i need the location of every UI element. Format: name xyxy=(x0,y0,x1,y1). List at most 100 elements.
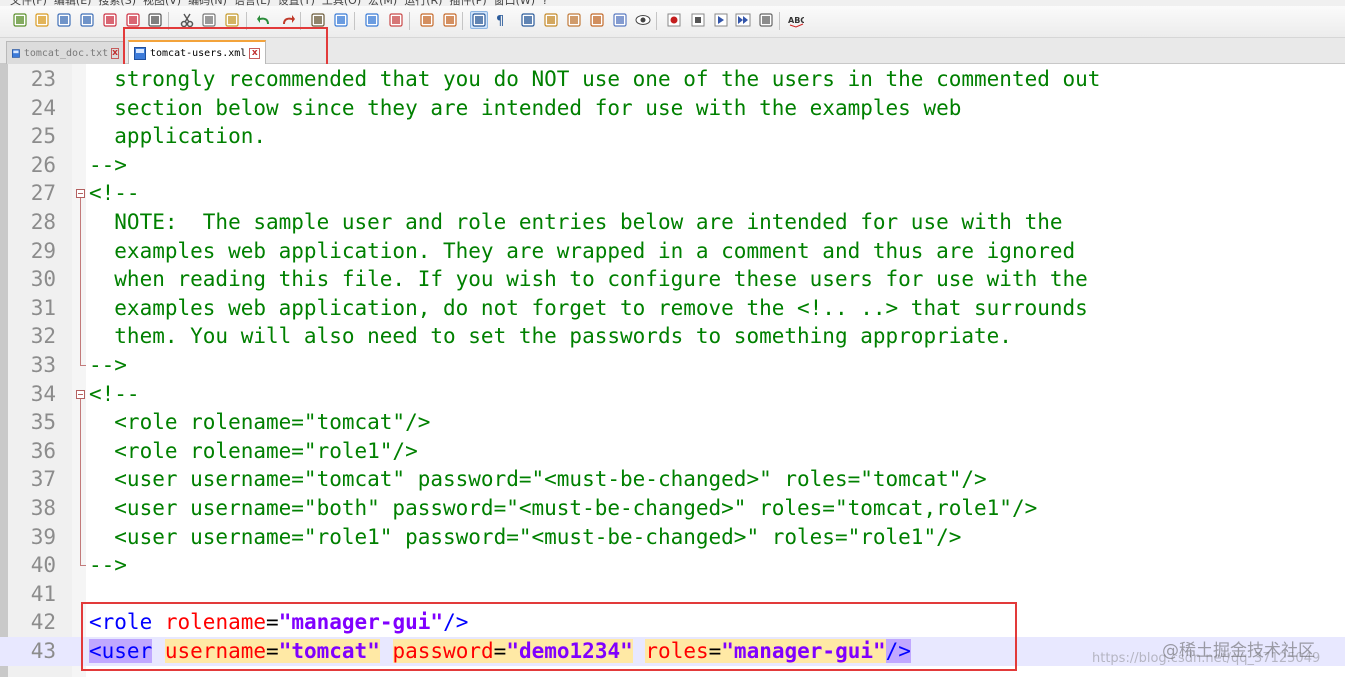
code-token: rolename xyxy=(164,610,267,635)
toolbar-separator xyxy=(300,12,301,30)
code-token: NOTE: The sample user and role entries b… xyxy=(89,210,1063,234)
code-line[interactable]: 27 <!-- xyxy=(0,179,1345,209)
code-line[interactable]: 31 examples web application, do not forg… xyxy=(0,293,1345,323)
code-line[interactable]: 24 section below since they are intended… xyxy=(0,94,1345,123)
code-text: strongly recommended that you do NOT use… xyxy=(89,65,1100,94)
tab-label: tomcat-users.xml xyxy=(150,47,247,59)
code-token: "manager-gui" xyxy=(278,610,444,635)
code-line[interactable]: 29 examples web application. They are wr… xyxy=(0,236,1345,266)
code-token: examples web application, do not forget … xyxy=(89,295,1088,320)
code-line[interactable]: 30 when reading this file. If you wish t… xyxy=(0,265,1345,294)
code-token: = xyxy=(266,610,279,635)
fold-line xyxy=(76,465,85,494)
code-line[interactable]: 34 <!-- xyxy=(0,380,1345,409)
code-token: examples web application. They are wrapp… xyxy=(89,238,1076,263)
line-number: 39 xyxy=(30,524,56,549)
code-token: --> xyxy=(89,353,127,377)
code-line[interactable]: 38 <user username="both" password="<must… xyxy=(0,494,1345,523)
line-number: 28 xyxy=(30,210,56,234)
code-line[interactable]: 40 --> xyxy=(0,551,1345,580)
line-number: 35 xyxy=(30,410,56,435)
toolbar-separator xyxy=(354,12,355,30)
close-icon[interactable] xyxy=(101,11,119,29)
user-lang-icon[interactable] xyxy=(542,11,560,29)
code-token: strongly recommended that you do NOT use… xyxy=(89,67,1101,91)
code-line[interactable]: 28 NOTE: The sample user and role entrie… xyxy=(0,208,1345,237)
save-icon[interactable] xyxy=(55,11,73,29)
save-all-icon[interactable] xyxy=(78,11,96,29)
toolbar-separator xyxy=(168,12,169,30)
monitor-icon[interactable] xyxy=(634,11,652,29)
code-text: <!-- xyxy=(89,380,140,409)
doc-map-icon[interactable] xyxy=(611,11,629,29)
zoom-out-icon[interactable] xyxy=(387,11,405,29)
code-text: examples web application. They are wrapp… xyxy=(89,237,1075,266)
code-line[interactable]: 37 <user username="tomcat" password="<mu… xyxy=(0,465,1345,494)
code-editor[interactable]: 23 strongly recommended that you do NOT … xyxy=(0,64,1345,677)
code-token: when reading this file. If you wish to c… xyxy=(89,267,1088,292)
file-icon xyxy=(134,46,146,60)
stop-macro-icon[interactable] xyxy=(689,11,707,29)
folder-workspace-icon[interactable] xyxy=(588,11,606,29)
function-list-icon[interactable] xyxy=(565,11,583,29)
line-number: 25 xyxy=(30,124,56,149)
close-all-icon[interactable] xyxy=(124,11,142,29)
show-all-chars-icon[interactable]: ¶ xyxy=(492,11,510,29)
code-line[interactable]: 32 them. You will also need to set the p… xyxy=(0,322,1345,351)
word-wrap-icon[interactable] xyxy=(470,11,488,29)
code-text: --> xyxy=(89,551,127,580)
indent-guide-icon[interactable] xyxy=(519,11,537,29)
play-macro-icon[interactable] xyxy=(712,11,730,29)
tab-label: tomcat_doc.txt xyxy=(23,47,109,59)
code-line[interactable]: 41 xyxy=(0,580,1345,609)
record-macro-icon[interactable] xyxy=(665,11,683,29)
copy-icon[interactable] xyxy=(200,11,218,29)
paste-icon[interactable] xyxy=(223,11,241,29)
open-file-icon[interactable] xyxy=(33,11,51,29)
spell-check-icon[interactable]: ABC xyxy=(787,11,805,29)
zoom-in-icon[interactable] xyxy=(363,11,381,29)
code-line[interactable]: 26 --> xyxy=(0,151,1345,180)
code-token: /> xyxy=(885,639,911,663)
code-text: --> xyxy=(89,151,127,180)
line-number: 37 xyxy=(30,467,56,492)
redo-icon[interactable] xyxy=(279,11,297,29)
cut-icon[interactable] xyxy=(178,11,196,29)
sync-vertical-icon[interactable] xyxy=(418,11,436,29)
fold-line xyxy=(76,522,85,552)
code-line[interactable]: 36 <role rolename="role1"/> xyxy=(0,436,1345,466)
save-macro-icon[interactable] xyxy=(757,11,775,29)
find-icon[interactable] xyxy=(309,11,327,29)
file-icon xyxy=(12,48,20,58)
code-line[interactable]: 23 strongly recommended that you do NOT … xyxy=(0,65,1345,94)
tab-tomcat-users[interactable]: tomcat-users.xml x xyxy=(128,40,266,64)
undo-icon[interactable] xyxy=(255,11,273,29)
run-macro-multiple-icon[interactable] xyxy=(734,11,752,29)
code-text: application. xyxy=(89,122,266,151)
replace-icon[interactable] xyxy=(332,11,350,29)
print-icon[interactable] xyxy=(146,11,164,29)
code-token: --> xyxy=(89,152,127,177)
code-token: roles xyxy=(645,639,709,663)
tab-tomcat-doc[interactable]: tomcat_doc.txt x xyxy=(6,41,124,64)
svg-text:ABC: ABC xyxy=(788,16,804,25)
code-line[interactable]: 25 application. xyxy=(0,122,1345,151)
code-text: <role rolename="role1"/> xyxy=(89,437,417,466)
code-token: username xyxy=(164,639,267,663)
new-file-icon[interactable] xyxy=(11,11,29,29)
fold-toggle-icon[interactable] xyxy=(76,380,85,409)
line-number: 27 xyxy=(30,181,56,206)
close-tab-icon[interactable]: x xyxy=(111,47,119,59)
code-text: <user username="both" password="<must-be… xyxy=(89,494,1037,523)
code-line[interactable]: 33 --> xyxy=(0,351,1345,380)
code-line[interactable]: 35 <role rolename="tomcat"/> xyxy=(0,408,1345,437)
toolbar-separator xyxy=(779,12,780,30)
code-token: <role rolename="tomcat"/> xyxy=(89,410,431,435)
code-line[interactable]: 42 <role rolename="manager-gui"/> xyxy=(0,608,1345,637)
code-line[interactable]: 39 <user username="role1" password="<mus… xyxy=(0,522,1345,552)
fold-toggle-icon[interactable] xyxy=(76,179,85,209)
sync-horizontal-icon[interactable] xyxy=(441,11,459,29)
close-tab-icon[interactable]: x xyxy=(249,47,261,59)
